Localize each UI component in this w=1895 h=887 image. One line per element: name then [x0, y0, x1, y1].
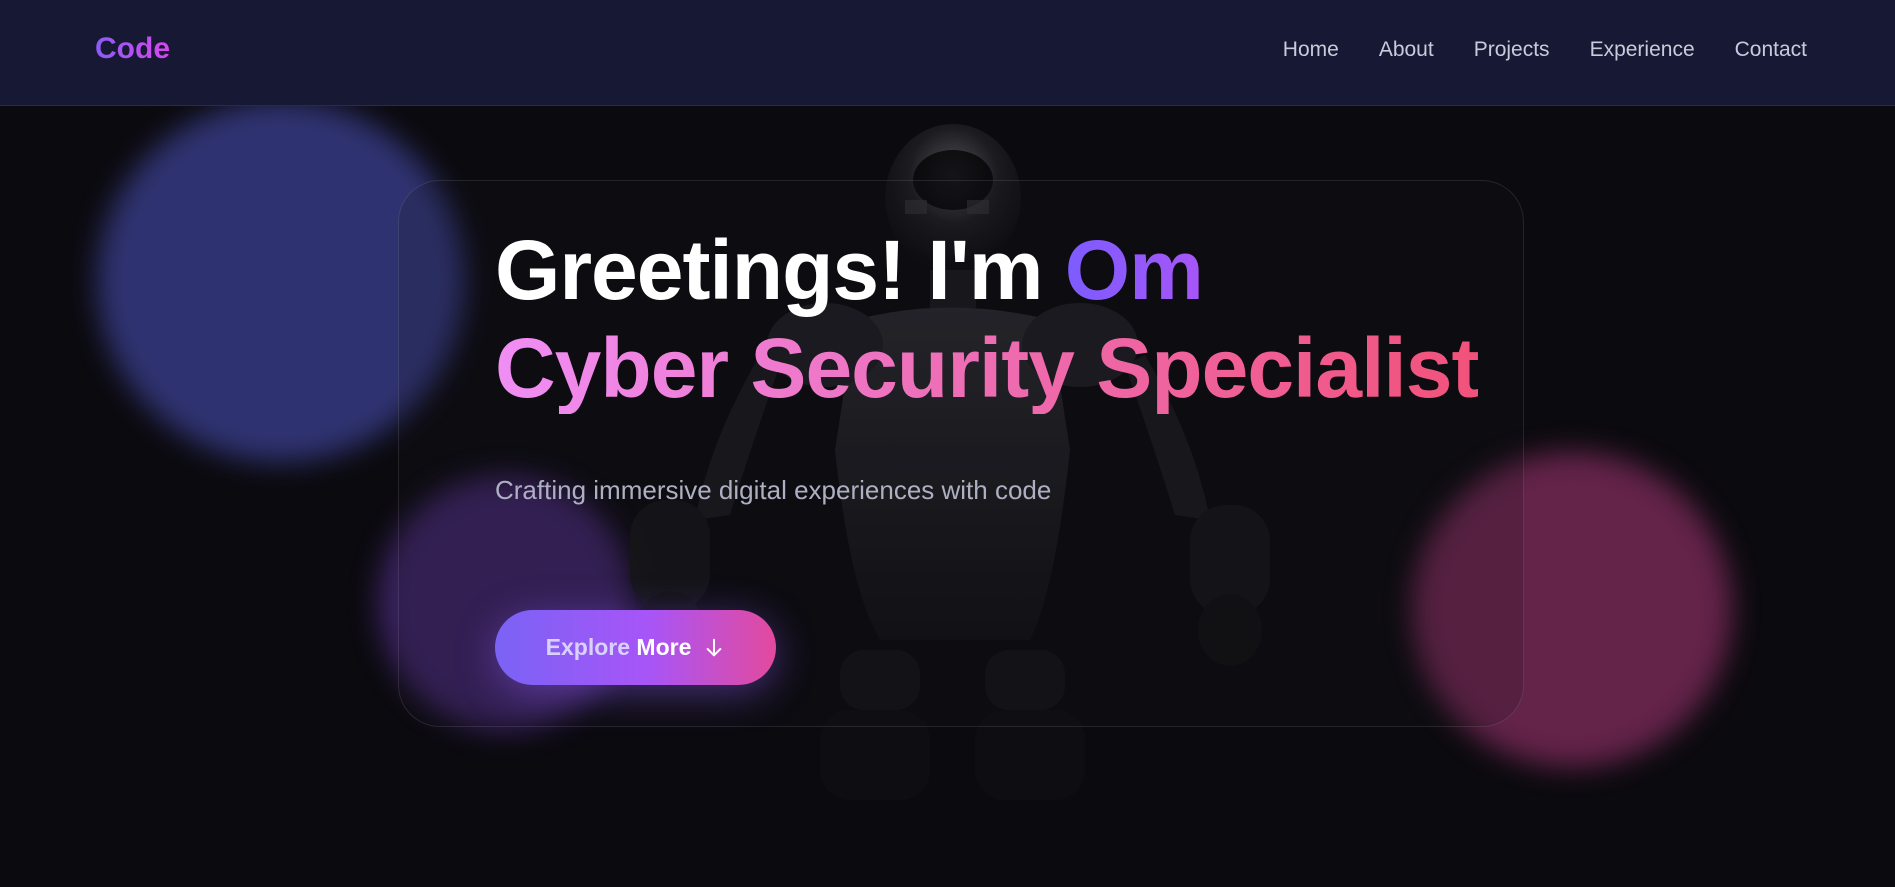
- arrow-down-icon: [706, 638, 722, 656]
- explore-button-label: More: [636, 634, 692, 660]
- hero-tagline: Crafting immersive digital experiences w…: [495, 475, 1052, 505]
- hero-role: Cyber Security Specialist: [495, 321, 1479, 415]
- nav-link-experience[interactable]: Experience: [1590, 38, 1695, 62]
- nav-links: Home About Projects Experience Contact: [1283, 38, 1807, 62]
- site-logo[interactable]: Code: [95, 32, 170, 66]
- nav-link-projects[interactable]: Projects: [1474, 38, 1550, 62]
- explore-button-lead: Explore: [545, 634, 631, 660]
- explore-more-button[interactable]: Explore More: [495, 610, 776, 685]
- hero-greeting: Greetings! I'm Om: [495, 223, 1204, 317]
- navbar: Code Home About Projects Experience Cont…: [0, 0, 1895, 106]
- nav-link-home[interactable]: Home: [1283, 38, 1339, 62]
- nav-link-about[interactable]: About: [1379, 38, 1434, 62]
- page: Code Home About Projects Experience Cont…: [0, 0, 1895, 887]
- nav-link-contact[interactable]: Contact: [1735, 38, 1807, 62]
- greeting-text: Greetings! I'm: [495, 223, 1043, 317]
- hero-name: Om: [1064, 223, 1204, 317]
